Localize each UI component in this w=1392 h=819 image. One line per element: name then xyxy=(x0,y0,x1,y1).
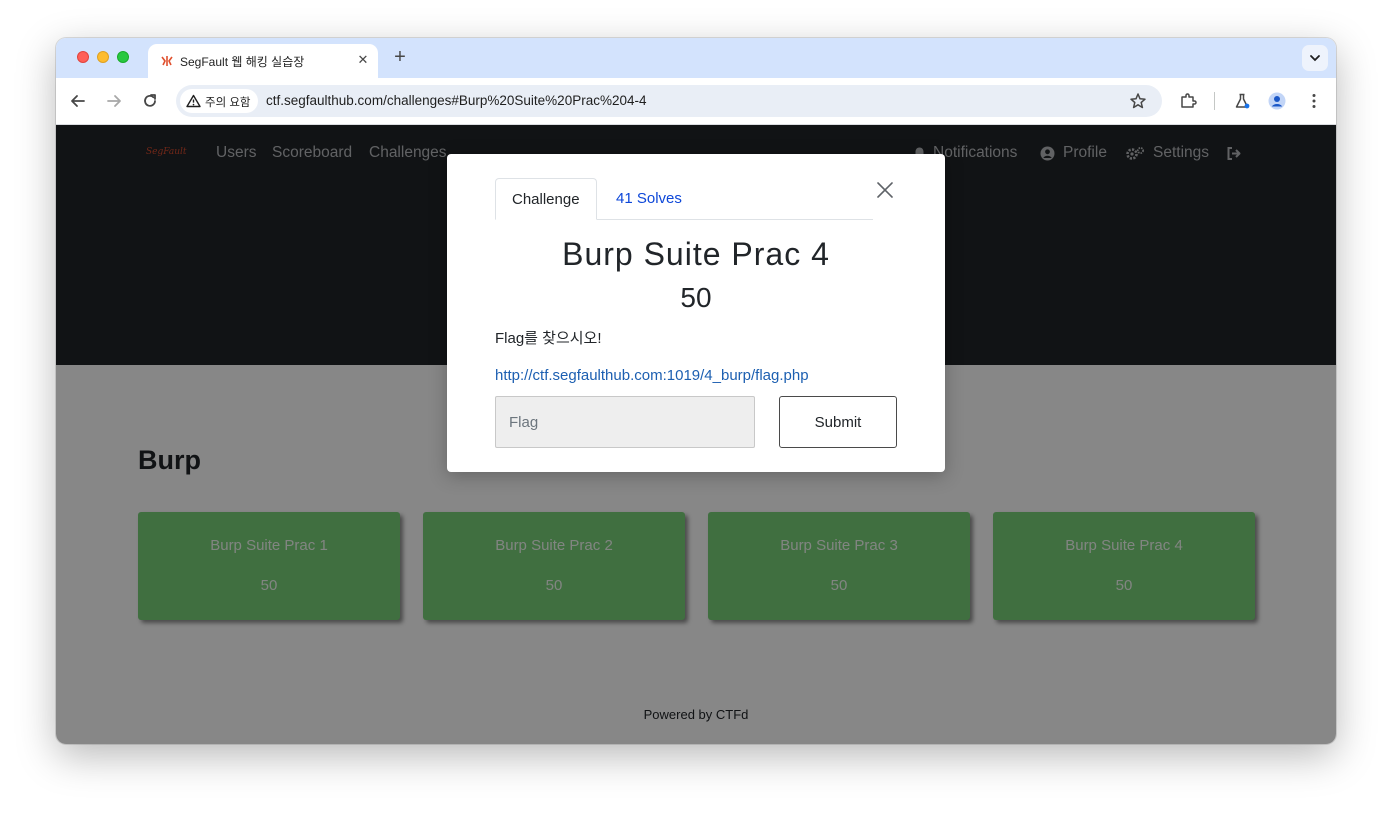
url-text[interactable]: ctf.segfaulthub.com/challenges#Burp%20Su… xyxy=(266,93,647,108)
tab-solves[interactable]: 41 Solves xyxy=(600,178,698,220)
toolbar-divider xyxy=(1214,92,1215,110)
chevron-down-icon xyxy=(1310,55,1320,62)
labs-flask-icon[interactable] xyxy=(1233,92,1251,110)
challenge-name: Burp Suite Prac 4 xyxy=(562,236,830,272)
tab-close-icon[interactable]: ✕ xyxy=(355,52,371,68)
new-tab-button[interactable]: + xyxy=(390,47,410,67)
web-page: SegFault Users Scoreboard Challenges Not… xyxy=(56,125,1336,744)
tab-challenge[interactable]: Challenge xyxy=(495,178,597,220)
bookmark-star-icon[interactable] xyxy=(1129,92,1147,110)
warning-icon xyxy=(186,94,201,108)
forward-arrow-icon[interactable] xyxy=(105,92,123,110)
browser-window: SegFault 웹 해킹 실습장 ✕ + 주의 요함 ctf.segfault… xyxy=(56,38,1336,744)
minimize-window-button[interactable] xyxy=(97,51,109,63)
challenge-modal: Challenge 41 Solves Burp Suite Prac 4 50… xyxy=(447,154,945,472)
tab-title: SegFault 웹 해킹 실습장 xyxy=(180,55,305,69)
back-arrow-icon[interactable] xyxy=(69,92,87,110)
extensions-icon[interactable] xyxy=(1179,92,1197,110)
challenge-value: 50 xyxy=(680,282,712,313)
flag-input[interactable] xyxy=(495,396,755,448)
reload-icon[interactable] xyxy=(141,92,159,110)
challenge-link[interactable]: http://ctf.segfaulthub.com:1019/4_burp/f… xyxy=(495,367,809,384)
submit-button[interactable]: Submit xyxy=(779,396,897,448)
close-icon[interactable] xyxy=(875,180,895,200)
maximize-window-button[interactable] xyxy=(117,51,129,63)
kebab-menu-icon[interactable] xyxy=(1305,92,1323,110)
browser-toolbar: 주의 요함 ctf.segfaulthub.com/challenges#Bur… xyxy=(56,78,1336,125)
tab-strip: SegFault 웹 해킹 실습장 ✕ + xyxy=(56,38,1336,78)
close-window-button[interactable] xyxy=(77,51,89,63)
favicon-icon xyxy=(161,56,173,66)
address-bar[interactable]: 주의 요함 ctf.segfaulthub.com/challenges#Bur… xyxy=(176,85,1162,117)
challenge-description: Flag를 찾으시오! xyxy=(495,330,602,347)
profile-avatar-icon[interactable] xyxy=(1268,92,1286,110)
tab-search-button[interactable] xyxy=(1302,45,1328,71)
browser-tab[interactable]: SegFault 웹 해킹 실습장 ✕ xyxy=(148,44,378,78)
security-chip-label: 주의 요함 xyxy=(205,97,251,109)
security-chip[interactable]: 주의 요함 xyxy=(180,89,258,113)
